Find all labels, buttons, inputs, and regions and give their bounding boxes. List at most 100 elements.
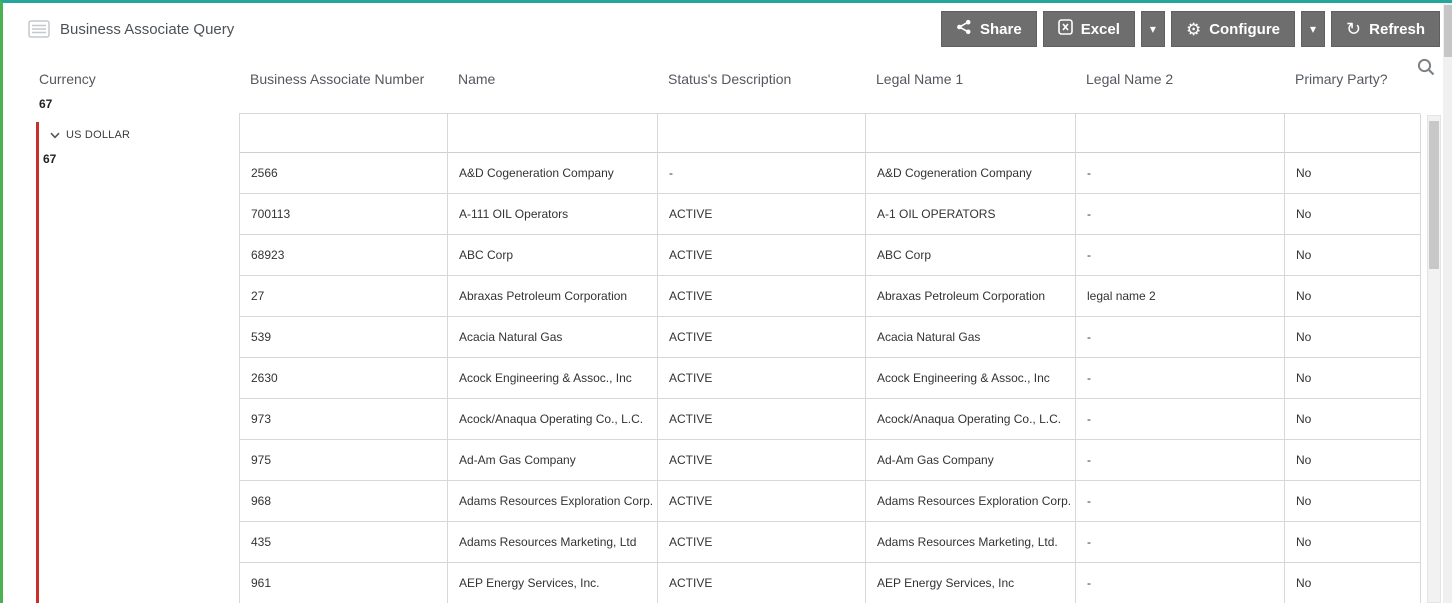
column-header[interactable]: Name [447,55,657,113]
excel-button-group: Excel ▾ [1043,11,1165,47]
filter-cell [1076,114,1285,153]
configure-button-label: Configure [1209,21,1280,38]
table-cell: No [1285,522,1421,563]
filter-cell [866,114,1076,153]
currency-column-header[interactable]: Currency [39,71,239,87]
table-cell: 700113 [240,194,448,235]
configure-button[interactable]: ⚙ Configure [1171,11,1295,47]
column-filter-input[interactable] [240,114,447,152]
table-cell: ACTIVE [658,522,866,563]
excel-button-label: Excel [1081,21,1120,38]
share-button[interactable]: Share [941,11,1037,47]
search-icon[interactable] [1416,57,1436,77]
refresh-button-label: Refresh [1369,21,1425,38]
table-cell: A-1 OIL OPERATORS [866,194,1076,235]
column-header[interactable]: Legal Name 2 [1075,55,1284,113]
configure-button-group: ⚙ Configure ▾ [1171,11,1325,47]
table-cell: ACTIVE [658,235,866,276]
column-filter-input[interactable] [658,114,865,152]
table-cell: - [1076,481,1285,522]
excel-icon [1058,19,1073,39]
table-cell: - [1076,563,1285,603]
table-cell: 975 [240,440,448,481]
group-node-us-dollar[interactable]: US DOLLAR [43,126,239,144]
column-filter-input[interactable] [448,114,657,152]
toolbar: Share Excel ▾ ⚙ Configure [941,11,1440,47]
table-cell: Adams Resources Marketing, Ltd. [866,522,1076,563]
grid-body: 2566A&D Cogeneration Company-A&D Cogener… [239,153,1420,603]
table-row[interactable]: 435Adams Resources Marketing, LtdACTIVEA… [240,522,1420,563]
table-cell: Acock Engineering & Assoc., Inc [448,358,658,399]
table-row[interactable]: 961AEP Energy Services, Inc.ACTIVEAEP En… [240,563,1420,603]
column-header[interactable]: Status's Description [657,55,865,113]
table-cell: ACTIVE [658,276,866,317]
page-scrollbar-thumb[interactable] [1444,5,1452,57]
table-cell: Acock Engineering & Assoc., Inc [866,358,1076,399]
table-row[interactable]: 968 Adams Resources Exploration Corp.ACTI… [240,481,1420,522]
table-cell: - [1076,522,1285,563]
table-row[interactable]: 975Ad-Am Gas CompanyACTIVEAd-Am Gas Comp… [240,440,1420,481]
table-cell: ACTIVE [658,317,866,358]
column-header[interactable]: Business Associate Number [239,55,447,113]
table-cell: legal name 2 [1076,276,1285,317]
table-cell: 2630 [240,358,448,399]
table-cell: No [1285,399,1421,440]
filter-cell [1285,114,1421,153]
table-cell: - [1076,317,1285,358]
table-row[interactable]: 2630Acock Engineering & Assoc., IncACTIV… [240,358,1420,399]
table-cell: No [1285,481,1421,522]
table-cell: ACTIVE [658,358,866,399]
table-cell: 539 [240,317,448,358]
table-cell: A&D Cogeneration Company [866,153,1076,194]
table-cell: 435 [240,522,448,563]
table-cell: No [1285,358,1421,399]
table-cell: A&D Cogeneration Company [448,153,658,194]
column-header[interactable]: Legal Name 1 [865,55,1075,113]
table-cell: Adams Resources Exploration Corp. [866,481,1076,522]
currency-total-count: 67 [39,97,239,111]
table-cell: - [1076,440,1285,481]
configure-dropdown-button[interactable]: ▾ [1301,11,1325,47]
menu-icon[interactable] [28,20,50,38]
table-cell: ABC Corp [448,235,658,276]
table-row[interactable]: 27Abraxas Petroleum CorporationACTIVEAbr… [240,276,1420,317]
table-cell: ACTIVE [658,194,866,235]
column-filter-input[interactable] [1285,114,1420,152]
table-cell: 968 [240,481,448,522]
table-row[interactable]: 700113A-111 OIL OperatorsACTIVEA-1 OIL O… [240,194,1420,235]
table-cell: Ad-Am Gas Company [866,440,1076,481]
filter-cell [448,114,658,153]
table-cell: Acock/Anaqua Operating Co., L.C. [866,399,1076,440]
refresh-button[interactable]: ↻ Refresh [1331,11,1440,47]
group-count: 67 [43,152,239,166]
table-row[interactable]: 68923ABC CorpACTIVEABC Corp-No [240,235,1420,276]
table-cell: ACTIVE [658,399,866,440]
table-cell: 27 [240,276,448,317]
table-row[interactable]: 973Acock/Anaqua Operating Co., L.C.ACTIV… [240,399,1420,440]
excel-dropdown-button[interactable]: ▾ [1141,11,1165,47]
table-cell: Abraxas Petroleum Corporation [866,276,1076,317]
page-scrollbar[interactable] [1443,3,1452,603]
table-cell: Abraxas Petroleum Corporation [448,276,658,317]
grid-scrollbar-thumb[interactable] [1429,121,1439,269]
gear-icon: ⚙ [1186,21,1201,38]
column-filter-input[interactable] [1076,114,1284,152]
filter-cell [658,114,866,153]
data-grid: Business Associate NumberNameStatus's De… [239,55,1420,603]
table-row[interactable]: 2566A&D Cogeneration Company-A&D Cogener… [240,153,1420,194]
table-cell: ACTIVE [658,481,866,522]
table-row[interactable]: 539Acacia Natural GasACTIVEAcacia Natura… [240,317,1420,358]
chevron-down-icon[interactable] [50,126,60,144]
excel-button[interactable]: Excel [1043,11,1135,47]
table-cell: Acacia Natural Gas [448,317,658,358]
grid-scrollbar[interactable] [1427,115,1441,603]
filter-row [239,113,1420,153]
refresh-icon: ↻ [1346,20,1361,38]
table-cell: - [658,153,866,194]
column-filter-input[interactable] [866,114,1075,152]
page-title: Business Associate Query [60,21,234,38]
caret-down-icon: ▾ [1310,23,1316,35]
column-header[interactable]: Primary Party? [1284,55,1420,113]
table-cell: - [1076,194,1285,235]
currency-group-section: US DOLLAR 67 [36,122,239,603]
